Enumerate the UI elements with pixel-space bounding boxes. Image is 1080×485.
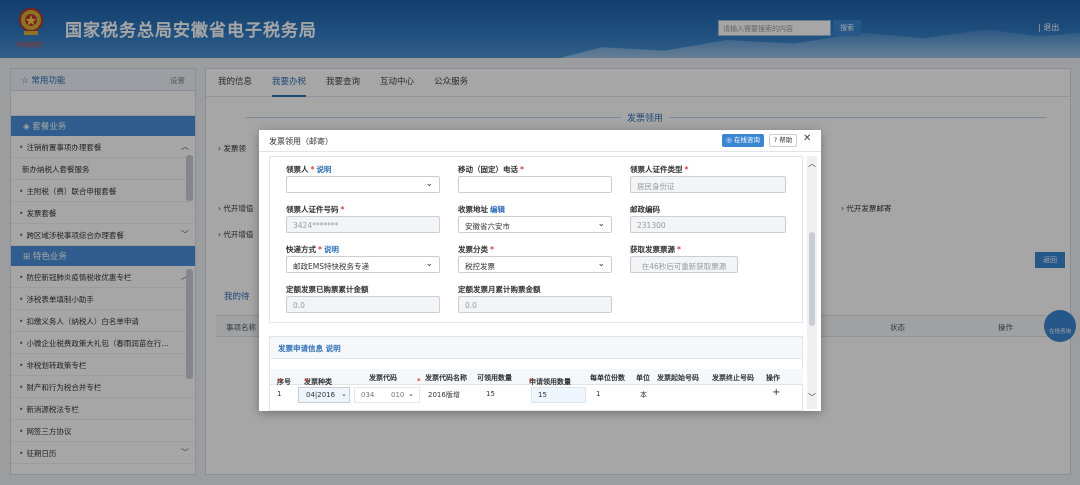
invoice-cat-select[interactable]: 税控发票 ⌄ <box>458 256 612 273</box>
phone-field[interactable] <box>458 176 612 193</box>
col-start-no: 发票起始号码 <box>657 374 699 382</box>
chevron-down-icon: ⌄ <box>408 390 414 398</box>
row-unit: 本 <box>640 391 647 399</box>
cert-type-label: 领票人证件类型 * <box>630 164 688 175</box>
express-label: 快递方式 * 说明 <box>286 244 339 255</box>
row-code-name: 2016版增 <box>428 391 460 399</box>
dialog-online-button[interactable]: ◎ 在线咨询 <box>722 134 764 147</box>
chevron-down-icon: ⌄ <box>425 259 433 269</box>
col-code-name: 发票代码名称 <box>425 374 467 382</box>
row-per-unit: 1 <box>596 390 601 398</box>
cert-type-field: 居民身份证 <box>630 176 786 193</box>
fixed-month-label: 定额发票月累计购票金额 <box>458 285 541 294</box>
receiver-label-text: 领票人 <box>286 165 309 174</box>
apply-info-panel: 发票申请信息 说明 序号 * 发票种类 * 发票代码 * 发票代码名称 可领用数量 … <box>269 336 803 411</box>
postcode-field: 231300 <box>630 216 786 233</box>
required-mark: * <box>304 377 308 385</box>
invoice-code-select[interactable]: 034 010 ⌄ <box>354 387 420 403</box>
postcode-label: 邮政编码 <box>630 205 660 214</box>
chevron-down-icon[interactable]: ﹀ <box>808 392 816 403</box>
apply-qty-input[interactable]: 15 <box>531 387 586 403</box>
apply-explain-link[interactable]: 说明 <box>326 344 341 353</box>
fixed-amount-field: 0.0 <box>286 296 440 313</box>
dialog-body: 领票人 * 说明 ⌄ 移动（固定）电话 * 领票人证件类型 * 居民身份证 领票人证件号… <box>269 152 803 411</box>
address-label: 收票地址 编辑 <box>458 204 505 215</box>
headset-icon: ◎ <box>726 136 734 144</box>
apply-table-header: 序号 * 发票种类 * 发票代码 * 发票代码名称 可领用数量 申请领用数量 * 每单… <box>270 369 803 386</box>
get-source-button[interactable]: 在46秒后可重新获取票源 <box>630 256 738 273</box>
invoice-mail-dialog: 发票领用（邮寄） ◎ 在线咨询 ? 帮助 ✕ 领票人 * 说明 ⌄ 移动（固定）电话… <box>259 130 821 411</box>
invoice-cat-value: 税控发票 <box>465 262 495 271</box>
col-unit: 单位 <box>636 374 650 382</box>
express-explain-link[interactable]: 说明 <box>324 245 339 254</box>
chevron-down-icon: ⌄ <box>341 390 347 398</box>
col-code: 发票代码 <box>369 374 397 382</box>
row-available: 15 <box>486 390 495 398</box>
fixed-amount-label: 定额发票已购票累计金额 <box>286 285 369 294</box>
apply-title-text: 发票申请信息 <box>278 344 323 353</box>
dialog-title: 发票领用（邮寄） <box>269 137 333 146</box>
cert-no-label-text: 领票人证件号码 <box>286 205 339 214</box>
phone-label: 移动（固定）电话 * <box>458 164 524 175</box>
fixed-month-field: 0.0 <box>458 296 612 313</box>
required-mark: * <box>684 165 689 174</box>
required-mark: * <box>677 245 681 254</box>
required-mark: * <box>277 377 281 385</box>
col-op: 操作 <box>766 374 780 382</box>
get-source-label: 获取发票票源 * <box>630 244 681 255</box>
add-row-button[interactable]: + <box>772 387 780 398</box>
row-index: 1 <box>277 390 282 398</box>
receiver-explain-link[interactable]: 说明 <box>316 165 331 174</box>
invoice-type-select[interactable]: 04|2016 ⌄ <box>298 387 350 403</box>
express-value: 邮政EMS特快税务专递 <box>293 262 369 271</box>
dialog-scrollbar[interactable]: ︿ ﹀ <box>807 156 817 409</box>
chevron-up-icon[interactable]: ︿ <box>808 158 816 169</box>
chevron-down-icon: ⌄ <box>425 179 433 189</box>
required-mark: * <box>490 245 494 254</box>
invoice-type-value: 04|2016 <box>306 391 336 399</box>
col-available: 可领用数量 <box>477 374 512 382</box>
dialog-scroll-thumb[interactable] <box>809 232 815 326</box>
help-label: 帮助 <box>779 136 793 144</box>
col-per-unit: 每单位份数 <box>590 374 625 382</box>
address-value: 安徽省六安市 <box>465 222 510 231</box>
apply-info-title: 发票申请信息 说明 <box>270 337 802 359</box>
dialog-header: 发票领用（邮寄） ◎ 在线咨询 ? 帮助 ✕ <box>259 130 821 152</box>
address-edit-link[interactable]: 编辑 <box>490 205 505 214</box>
chevron-down-icon: ⌄ <box>597 259 605 269</box>
required-mark: * <box>529 377 533 385</box>
chevron-down-icon: ⌄ <box>597 219 605 229</box>
close-icon[interactable]: ✕ <box>803 133 811 144</box>
get-source-label-text: 获取发票票源 <box>630 245 675 254</box>
receiver-form: 领票人 * 说明 ⌄ 移动（固定）电话 * 领票人证件类型 * 居民身份证 领票人证件号… <box>269 156 803 323</box>
receiver-label: 领票人 * 说明 <box>286 164 331 175</box>
cert-type-label-text: 领票人证件类型 <box>630 165 683 174</box>
required-mark: * <box>310 165 315 174</box>
invoice-cat-label-text: 发票分类 <box>458 245 488 254</box>
invoice-code-b: 010 <box>391 391 405 399</box>
cert-no-label: 领票人证件号码 * <box>286 204 344 215</box>
express-select[interactable]: 邮政EMS特快税务专递 ⌄ <box>286 256 440 273</box>
apply-table-row: 1 04|2016 ⌄ 034 010 ⌄ 2016版增 15 15 1 本 + <box>270 386 803 404</box>
address-select[interactable]: 安徽省六安市 ⌄ <box>458 216 612 233</box>
receiver-select[interactable]: ⌄ <box>286 176 440 193</box>
invoice-code-a: 034 <box>361 391 375 399</box>
express-label-text: 快递方式 <box>286 245 316 254</box>
col-end-no: 发票终止号码 <box>712 374 754 382</box>
cert-no-field: 3424******* <box>286 216 440 233</box>
address-label-text: 收票地址 <box>458 205 488 214</box>
dialog-online-label: 在线咨询 <box>733 136 760 144</box>
invoice-cat-label: 发票分类 * <box>458 244 494 255</box>
required-mark: * <box>318 245 322 254</box>
phone-label-text: 移动（固定）电话 <box>458 165 518 174</box>
required-mark: * <box>520 165 524 174</box>
help-button[interactable]: ? 帮助 <box>769 134 797 147</box>
required-mark: * <box>340 205 345 214</box>
apply-qty-value: 15 <box>538 391 547 399</box>
